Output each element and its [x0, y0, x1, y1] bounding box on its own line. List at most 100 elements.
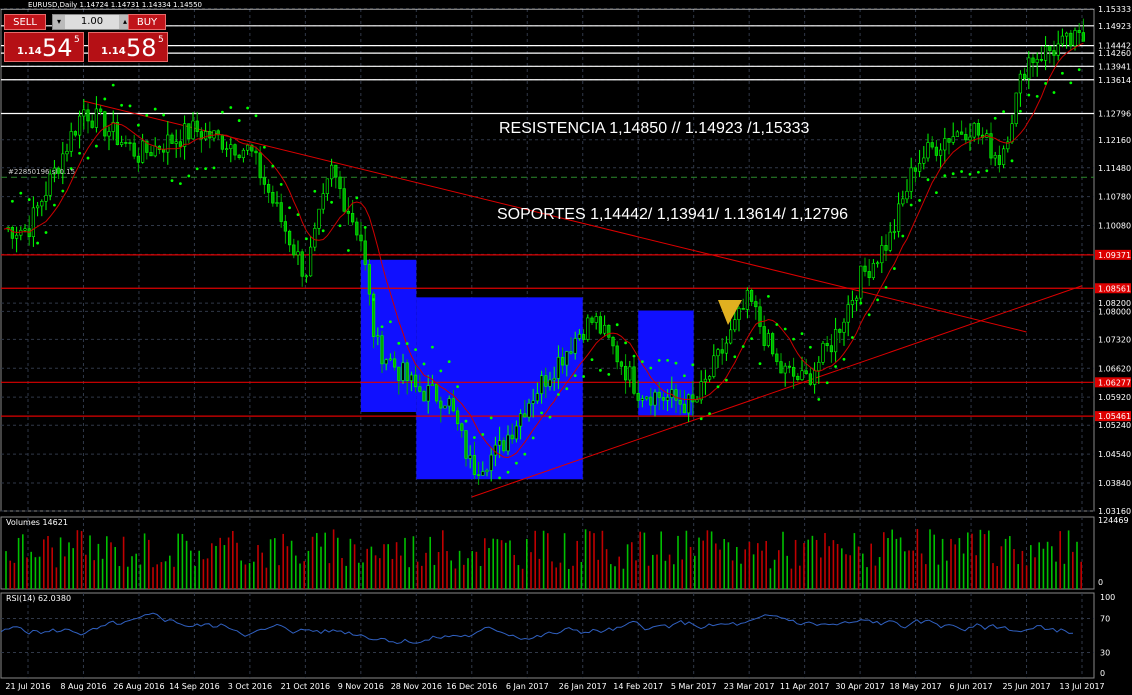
candle-body	[766, 333, 770, 346]
parabolic-sar-dot	[935, 191, 938, 195]
parabolic-sar-dot	[708, 412, 711, 416]
y-tick-label: 1.12160	[1098, 136, 1131, 145]
candle-body	[472, 455, 477, 475]
candle-body	[443, 405, 447, 409]
candle-body	[418, 386, 422, 392]
buy-price[interactable]: 1.14 58 5	[88, 32, 168, 62]
one-click-trading-panel: SELL ▾ 1.00 ▴ BUY 1.14 54 5 1.14 58 5	[2, 14, 168, 64]
x-tick-label: 28 Nov 2016	[391, 682, 442, 691]
parabolic-sar-dot	[767, 294, 770, 298]
red-level-price-label: 1.05461	[1098, 412, 1131, 421]
volume-panel-title: Volumes 14621	[6, 518, 68, 527]
x-tick-label: 6 Jan 2017	[506, 682, 549, 691]
parabolic-sar-dot	[187, 174, 191, 178]
support-annotation: SOPORTES 1,14442/ 1,13941/ 1.13614/ 1,12…	[497, 206, 848, 223]
candle-body	[535, 393, 539, 402]
candle-body	[1069, 32, 1073, 47]
chart-canvas[interactable]: 1.153331.149231.144421.142601.139411.136…	[0, 0, 1132, 695]
candle-body	[880, 245, 884, 264]
candle-body	[733, 319, 737, 331]
candle-body	[670, 389, 674, 398]
parabolic-sar-dot	[296, 213, 300, 217]
parabolic-sar-dot	[716, 385, 720, 389]
candle-body	[1048, 46, 1052, 51]
candle-body	[993, 155, 997, 159]
parabolic-sar-dot	[347, 249, 350, 252]
y-tick-label: 1.11480	[1098, 164, 1131, 173]
parabolic-sar-dot	[809, 345, 812, 349]
candle-body	[451, 398, 456, 412]
parabolic-sar-dot	[498, 476, 501, 480]
parabolic-sar-dot	[53, 203, 56, 207]
parabolic-sar-dot	[61, 189, 65, 193]
x-tick-label: 13 Jul 2017	[1059, 682, 1104, 691]
buy-price-prefix: 1.14	[101, 46, 126, 57]
parabolic-sar-dot	[414, 348, 417, 352]
lot-decrease-icon[interactable]: ▾	[53, 15, 65, 29]
buy-button[interactable]: BUY	[128, 14, 166, 30]
parabolic-sar-dot	[431, 345, 434, 349]
candle-body	[976, 123, 980, 136]
parabolic-sar-dot	[263, 145, 266, 149]
parabolic-sar-dot	[170, 179, 174, 183]
candle-body	[552, 378, 556, 381]
candle-body	[632, 366, 636, 394]
candle-body	[770, 333, 775, 355]
candle-body	[1056, 43, 1060, 56]
x-tick-label: 11 Apr 2017	[780, 682, 829, 691]
candle-body	[699, 381, 703, 401]
candle-body	[875, 262, 880, 265]
parabolic-sar-dot	[699, 417, 703, 421]
lot-size-field[interactable]: ▾ 1.00 ▴	[52, 14, 132, 30]
parabolic-sar-dot	[1019, 109, 1022, 113]
parabolic-sar-dot	[573, 374, 577, 378]
parabolic-sar-dot	[120, 103, 123, 107]
parabolic-sar-dot	[1010, 159, 1014, 163]
candle-body	[481, 471, 485, 476]
parabolic-sar-dot	[279, 183, 283, 186]
sell-price-fraction: 5	[74, 35, 80, 45]
candle-body	[103, 111, 107, 137]
parabolic-sar-dot	[473, 436, 476, 439]
candle-body	[548, 379, 552, 387]
candle-body	[569, 351, 573, 354]
candle-body	[313, 228, 317, 248]
candle-body	[653, 391, 657, 406]
candle-body	[132, 142, 136, 157]
candle-body	[246, 144, 250, 151]
parabolic-sar-dot	[918, 199, 921, 202]
parabolic-sar-dot	[523, 452, 527, 456]
candle-body	[166, 134, 170, 153]
y-tick-label: 1.03840	[1098, 479, 1131, 488]
candle-body	[392, 358, 397, 368]
candle-body	[44, 195, 48, 202]
candle-body	[640, 398, 644, 401]
candle-body	[187, 123, 191, 140]
candle-body	[913, 167, 917, 172]
candle-body	[523, 413, 527, 418]
y-tick-label: 1.03160	[1098, 507, 1131, 516]
candle-body	[808, 373, 812, 385]
candle-body	[355, 221, 359, 236]
candle-body	[779, 361, 783, 374]
parabolic-sar-dot	[372, 298, 375, 301]
x-tick-label: 5 Mar 2017	[671, 682, 717, 691]
candle-body	[544, 375, 548, 387]
candle-body	[225, 148, 229, 150]
candle-body	[342, 188, 346, 212]
sell-button[interactable]: SELL	[4, 14, 46, 30]
parabolic-sar-dot	[145, 113, 149, 117]
candle-body	[838, 329, 842, 333]
candle-body	[69, 131, 73, 152]
candle-body	[1022, 73, 1027, 79]
parabolic-sar-dot	[179, 182, 182, 186]
candle-body	[208, 131, 212, 139]
candle-body	[464, 430, 468, 459]
candle-body	[94, 108, 98, 128]
sell-price[interactable]: 1.14 54 5	[4, 32, 84, 62]
candle-body	[922, 157, 926, 164]
candle-body	[896, 203, 901, 232]
y-tick-label: 1.05920	[1098, 393, 1131, 402]
parabolic-sar-dot	[615, 323, 619, 327]
parabolic-sar-dot	[111, 83, 115, 87]
